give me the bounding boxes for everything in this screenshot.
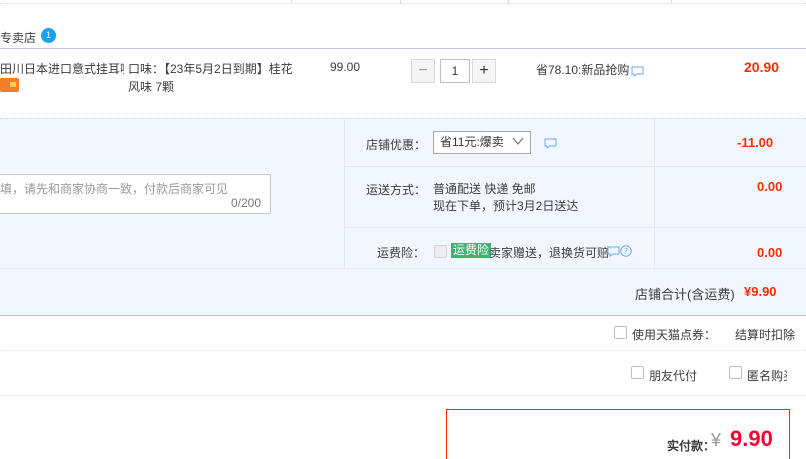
shop-total-value: ¥9.90 (744, 284, 777, 299)
shipping-amount: 0.00 (757, 179, 783, 194)
chat-icon[interactable] (631, 66, 644, 77)
svg-text:?: ? (624, 247, 628, 256)
help-icon[interactable]: ? (620, 245, 632, 257)
discount-label: 店铺优惠： (366, 138, 427, 152)
column-tick (400, 0, 401, 4)
insurance-label: 运费险： (377, 246, 426, 260)
quantity-plus-button[interactable]: + (472, 59, 496, 83)
item-sku: 口味：【23年5月2日到期】桂花风味 7颗 (128, 62, 293, 94)
panel-divider (654, 119, 655, 269)
quantity-minus-button[interactable]: − (411, 59, 435, 83)
item-unit-price: 99.00 (330, 60, 361, 74)
row-divider (0, 395, 806, 396)
insurance-tag: 运费险 (451, 243, 492, 258)
memo-placeholder: 填，请先和商家协商一致，付款后商家可见 (0, 182, 229, 196)
top-divider (0, 0, 806, 4)
column-tick (508, 0, 509, 4)
chevron-down-icon (512, 137, 524, 145)
tmall-points-checkbox[interactable] (614, 326, 627, 339)
shipping-eta: 现在下单，预计3月2日送达 (433, 199, 579, 213)
payment-amount: 9.90 (730, 426, 773, 451)
chat-icon[interactable] (607, 246, 620, 257)
discount-amount: -11.00 (737, 135, 774, 150)
insurance-checkbox[interactable] (434, 245, 447, 258)
tmall-points-note: 结算时扣除 (735, 328, 796, 342)
shop-chat-icon[interactable]: 1 (41, 28, 56, 43)
panel-divider (0, 268, 806, 269)
shop-total-label: 店铺合计(含运费) (635, 287, 735, 302)
shop-name-link[interactable]: 专卖店 (0, 29, 36, 46)
payment-currency: ¥ (711, 430, 722, 450)
row-divider (0, 350, 806, 351)
shipping-method: 普通配送 快递 免邮 (433, 182, 536, 196)
item-promotion: 省78.10:新品抢购 (536, 63, 630, 77)
anonymous-checkbox[interactable] (729, 366, 742, 379)
anonymous-label: 匿名购买 (747, 369, 787, 383)
shipping-label: 运送方式： (366, 183, 427, 197)
item-subtotal: 20.90 (744, 59, 780, 75)
quantity-input[interactable]: 1 (440, 59, 470, 83)
memo-char-count: 0/200 (231, 196, 262, 210)
column-tick (671, 0, 672, 4)
item-title-link[interactable]: 田川日本进口意式挂耳咖... (0, 60, 124, 77)
card-icon (0, 78, 19, 92)
shipping-info: 普通配送 快递 免邮 现在下单，预计3月2日送达 (433, 181, 578, 215)
column-tick (291, 0, 292, 4)
panel-divider (344, 119, 345, 269)
panel-divider (345, 166, 806, 167)
order-item-row (0, 48, 806, 118)
payment-label: 实付款： (667, 439, 716, 453)
chat-icon[interactable] (544, 138, 557, 149)
friend-pay-label: 朋友代付 (649, 369, 698, 383)
friend-pay-checkbox[interactable] (631, 366, 644, 379)
panel-divider (345, 227, 806, 228)
insurance-text: 卖家赠送，退换货可赔 (489, 246, 610, 260)
tmall-points-label: 使用天猫点券： (632, 328, 717, 342)
insurance-amount: 0.00 (757, 245, 783, 260)
